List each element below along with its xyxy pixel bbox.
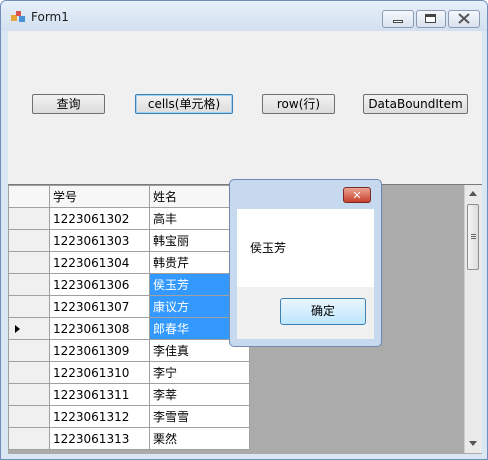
table-row[interactable]: 1223061303 韩宝丽 (8, 229, 250, 252)
vertical-scrollbar[interactable] (464, 185, 482, 453)
table-row[interactable]: 1223061313 栗然 (8, 427, 250, 450)
message-box-close-button[interactable]: ✕ (343, 187, 371, 203)
cell-student-name[interactable]: 李莘 (149, 383, 250, 406)
close-button[interactable] (448, 10, 480, 28)
table-row[interactable]: 1223061306 侯玉芳 (8, 273, 250, 296)
cell-student-name[interactable]: 李宁 (149, 361, 250, 384)
table-row[interactable]: 1223061310 李宁 (8, 361, 250, 384)
cell-student-id[interactable]: 1223061311 (49, 383, 150, 406)
row-header-cell[interactable] (8, 427, 50, 450)
cell-student-id[interactable]: 1223061307 (49, 295, 150, 318)
data-grid-table: 学号 姓名 1223061302 高丰 1223061303 韩宝丽 122306130… (8, 185, 250, 450)
cell-student-id[interactable]: 1223061312 (49, 405, 150, 428)
query-button[interactable]: 查询 (32, 94, 105, 114)
scroll-down-icon[interactable] (469, 441, 477, 446)
cell-student-id[interactable]: 1223061302 (49, 207, 150, 230)
table-row[interactable]: 1223061304 韩贵芹 (8, 251, 250, 274)
databounditem-button[interactable]: DataBoundItem (363, 94, 468, 114)
table-row[interactable]: 1223061308 郎春华 (8, 317, 250, 340)
message-box-body: 侯玉芳 (237, 209, 374, 287)
row-header-cell[interactable] (8, 317, 50, 340)
cell-student-id[interactable]: 1223061304 (49, 251, 150, 274)
row-header-cell[interactable] (8, 361, 50, 384)
top-left-header-cell[interactable] (8, 185, 50, 208)
cell-student-name[interactable]: 李雪雪 (149, 405, 250, 428)
scroll-up-icon[interactable] (469, 191, 477, 196)
cell-student-name[interactable]: 栗然 (149, 427, 250, 450)
maximize-icon (425, 14, 436, 23)
row-header-cell[interactable] (8, 273, 50, 296)
row-header-cell[interactable] (8, 383, 50, 406)
row-button[interactable]: row(行) (262, 94, 335, 114)
grid-header-row: 学号 姓名 (8, 185, 250, 208)
form1-window: Form1 查询 cells(单元格) row(行) DataBoundItem… (0, 0, 488, 460)
cell-student-id[interactable]: 1223061313 (49, 427, 150, 450)
ok-button[interactable]: 确定 (280, 298, 366, 325)
row-header-cell[interactable] (8, 295, 50, 318)
column-header-id[interactable]: 学号 (49, 185, 150, 208)
table-row[interactable]: 1223061307 康议方 (8, 295, 250, 318)
cell-student-id[interactable]: 1223061306 (49, 273, 150, 296)
message-box-footer: 确定 (237, 287, 374, 339)
cell-student-id[interactable]: 1223061308 (49, 317, 150, 340)
minimize-button[interactable] (382, 10, 414, 28)
row-header-cell[interactable] (8, 339, 50, 362)
window-title: Form1 (31, 10, 69, 24)
scroll-thumb[interactable] (467, 204, 479, 270)
row-header-cell[interactable] (8, 405, 50, 428)
table-row[interactable]: 1223061309 李佳真 (8, 339, 250, 362)
table-row[interactable]: 1223061312 李雪雪 (8, 405, 250, 428)
title-bar[interactable]: Form1 (1, 1, 487, 31)
close-icon (458, 13, 470, 24)
app-icon (11, 11, 25, 22)
row-header-cell[interactable] (8, 207, 50, 230)
row-header-cell[interactable] (8, 251, 50, 274)
table-row[interactable]: 1223061302 高丰 (8, 207, 250, 230)
row-header-cell[interactable] (8, 229, 50, 252)
minimize-icon (393, 20, 403, 23)
table-row[interactable]: 1223061311 李莘 (8, 383, 250, 406)
current-row-arrow-icon (15, 325, 20, 333)
cell-student-id[interactable]: 1223061303 (49, 229, 150, 252)
cells-button[interactable]: cells(单元格) (135, 94, 233, 114)
maximize-button[interactable] (416, 10, 446, 28)
cell-student-id[interactable]: 1223061310 (49, 361, 150, 384)
message-text: 侯玉芳 (250, 241, 287, 255)
cell-student-id[interactable]: 1223061309 (49, 339, 150, 362)
message-box: ✕ 侯玉芳 确定 (229, 179, 382, 347)
